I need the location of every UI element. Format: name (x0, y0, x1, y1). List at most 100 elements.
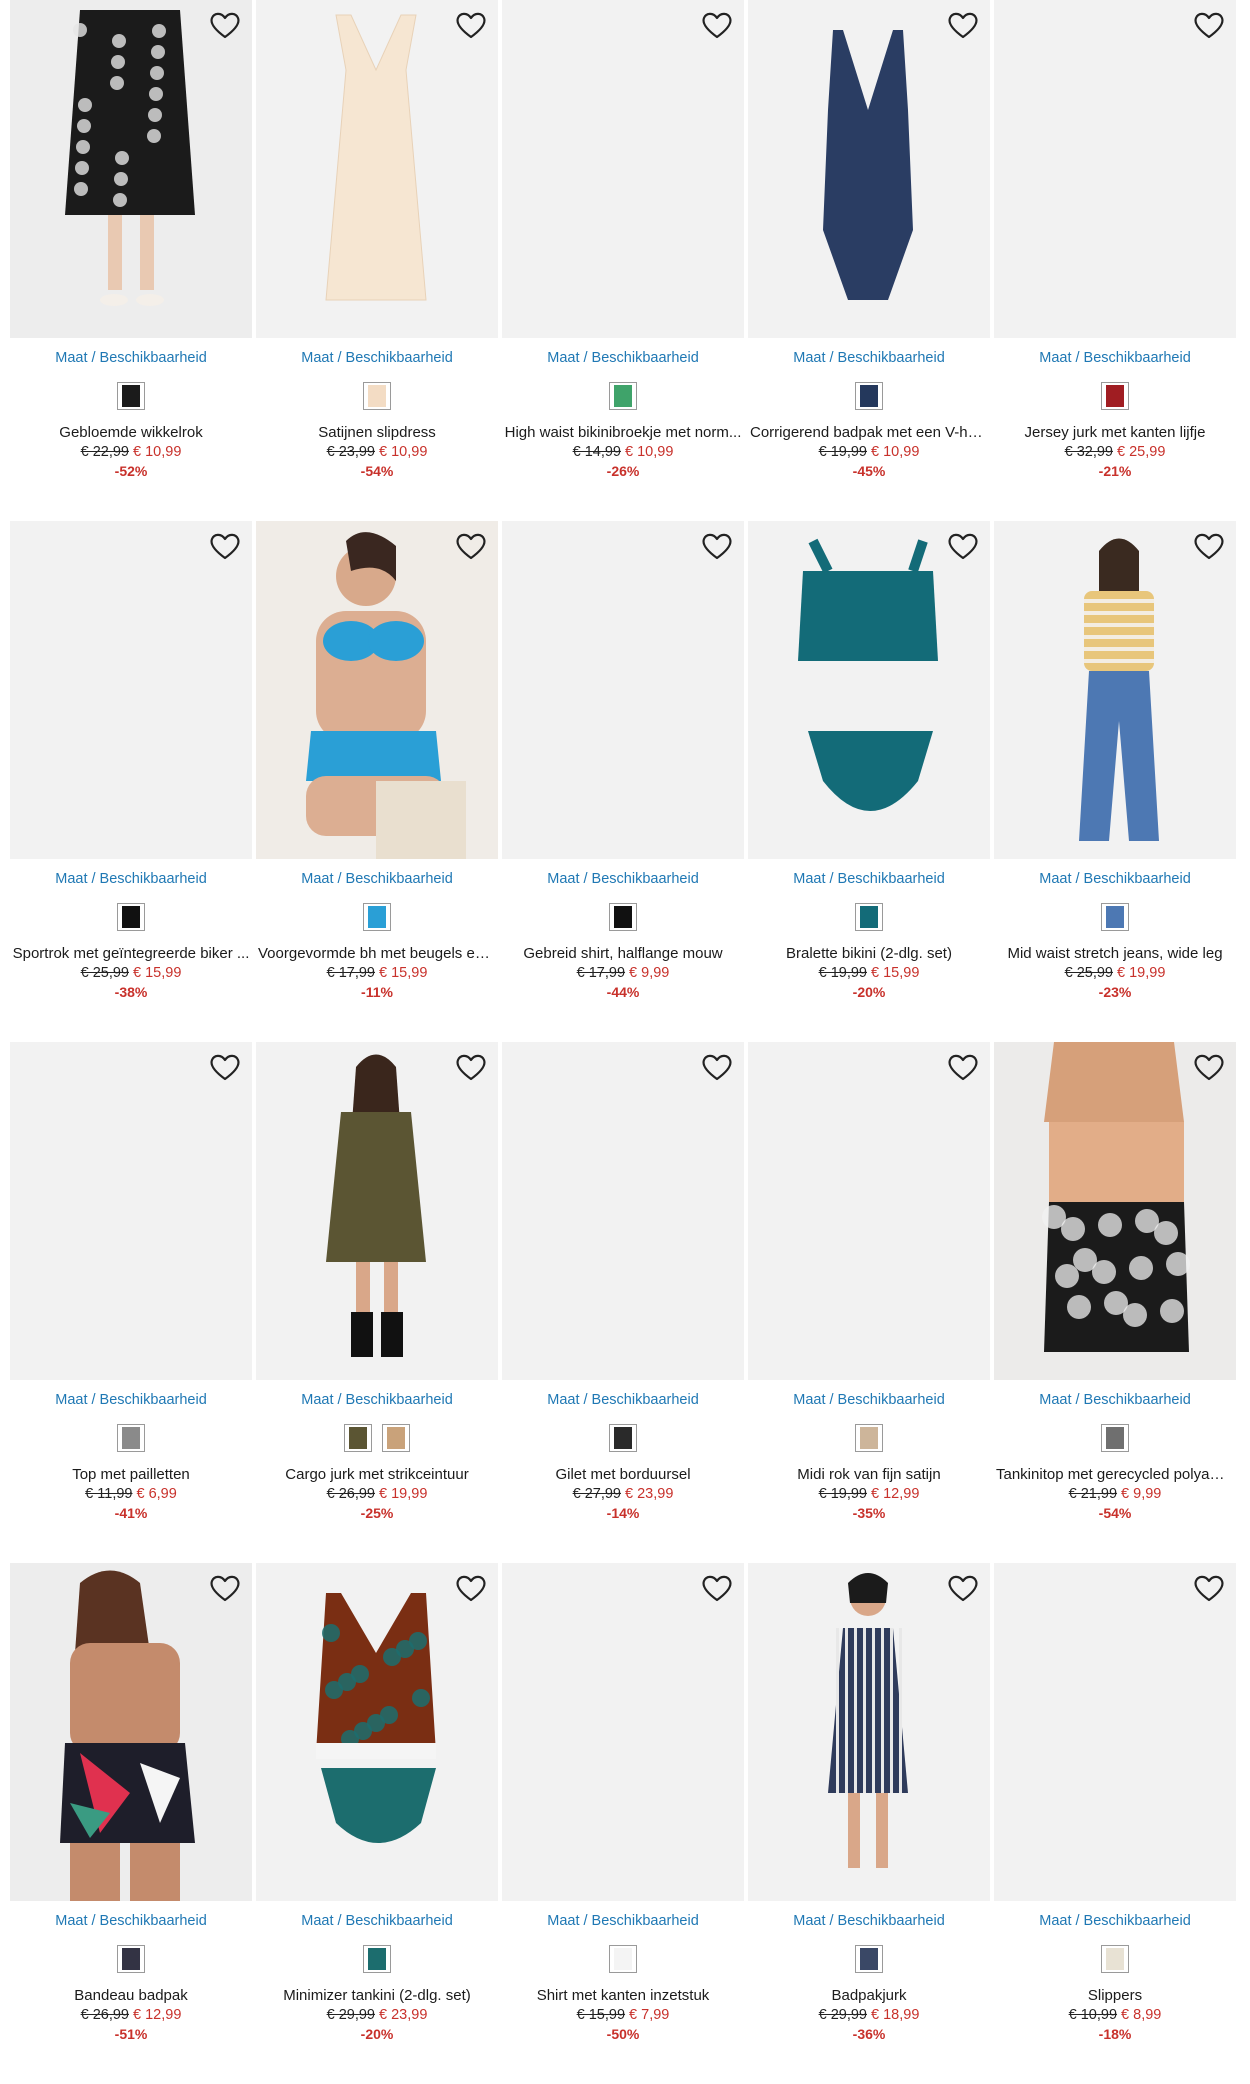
size-availability-link[interactable]: Maat / Beschikbaarheid (994, 871, 1236, 887)
color-swatch[interactable] (855, 903, 883, 931)
product-name[interactable]: Gilet met borduursel (502, 1466, 744, 1483)
product-image[interactable] (748, 521, 990, 859)
product-name[interactable]: Jersey jurk met kanten lijfje (994, 424, 1236, 441)
product-image[interactable] (256, 0, 498, 338)
size-availability-link[interactable]: Maat / Beschikbaarheid (502, 350, 744, 366)
size-availability-link[interactable]: Maat / Beschikbaarheid (994, 1392, 1236, 1408)
product-image[interactable] (256, 521, 498, 859)
product-image[interactable] (256, 1042, 498, 1380)
product-card[interactable]: Maat / Beschikbaarheid High waist bikini… (502, 0, 744, 521)
product-image[interactable] (10, 1042, 252, 1380)
product-card[interactable]: Maat / Beschikbaarheid Top met paillette… (10, 1042, 252, 1563)
product-image[interactable] (748, 1042, 990, 1380)
product-card[interactable]: Maat / Beschikbaarheid Gebreid shirt, ha… (502, 521, 744, 1042)
size-availability-link[interactable]: Maat / Beschikbaarheid (10, 350, 252, 366)
favorite-heart-icon[interactable] (454, 1052, 488, 1082)
product-image[interactable] (748, 0, 990, 338)
color-swatch[interactable] (1101, 1424, 1129, 1452)
size-availability-link[interactable]: Maat / Beschikbaarheid (10, 871, 252, 887)
size-availability-link[interactable]: Maat / Beschikbaarheid (502, 1913, 744, 1929)
product-card[interactable]: Maat / Beschikbaarheid Midi rok van fijn… (748, 1042, 990, 1563)
size-availability-link[interactable]: Maat / Beschikbaarheid (994, 350, 1236, 366)
product-card[interactable]: Maat / Beschikbaarheid Sportrok met geïn… (10, 521, 252, 1042)
favorite-heart-icon[interactable] (1192, 1052, 1226, 1082)
product-image[interactable] (256, 1563, 498, 1901)
color-swatch[interactable] (609, 1424, 637, 1452)
product-image[interactable] (10, 1563, 252, 1901)
product-image[interactable] (748, 1563, 990, 1901)
product-card[interactable]: Maat / Beschikbaarheid Tankinitop met ge… (994, 1042, 1236, 1563)
color-swatch[interactable] (855, 1945, 883, 1973)
product-card[interactable]: Maat / Beschikbaarheid Corrigerend badpa… (748, 0, 990, 521)
product-image[interactable] (10, 0, 252, 338)
color-swatch[interactable] (855, 1424, 883, 1452)
product-card[interactable]: Maat / Beschikbaarheid Gilet met borduur… (502, 1042, 744, 1563)
product-name[interactable]: Corrigerend badpak met een V-hals... (748, 424, 990, 441)
favorite-heart-icon[interactable] (1192, 531, 1226, 561)
size-availability-link[interactable]: Maat / Beschikbaarheid (256, 1913, 498, 1929)
product-card[interactable]: Maat / Beschikbaarheid Shirt met kanten … (502, 1563, 744, 2084)
size-availability-link[interactable]: Maat / Beschikbaarheid (10, 1392, 252, 1408)
color-swatch[interactable] (117, 1424, 145, 1452)
product-image[interactable] (994, 1042, 1236, 1380)
color-swatch[interactable] (609, 903, 637, 931)
color-swatch[interactable] (363, 903, 391, 931)
product-card[interactable]: Maat / Beschikbaarheid Mid waist stretch… (994, 521, 1236, 1042)
color-swatch[interactable] (344, 1424, 372, 1452)
product-name[interactable]: Badpakjurk (748, 1987, 990, 2004)
product-card[interactable]: Maat / Beschikbaarheid Gebloemde wikkelr… (10, 0, 252, 521)
favorite-heart-icon[interactable] (454, 10, 488, 40)
product-image[interactable] (502, 0, 744, 338)
color-swatch[interactable] (382, 1424, 410, 1452)
favorite-heart-icon[interactable] (946, 10, 980, 40)
product-name[interactable]: Cargo jurk met strikceintuur (256, 1466, 498, 1483)
size-availability-link[interactable]: Maat / Beschikbaarheid (748, 1913, 990, 1929)
product-card[interactable]: Maat / Beschikbaarheid Jersey jurk met k… (994, 0, 1236, 521)
product-name[interactable]: Satijnen slipdress (256, 424, 498, 441)
product-card[interactable]: Maat / Beschikbaarheid Minimizer tankini… (256, 1563, 498, 2084)
product-card[interactable]: Maat / Beschikbaarheid Slippers € 10,99 €… (994, 1563, 1236, 2084)
size-availability-link[interactable]: Maat / Beschikbaarheid (256, 350, 498, 366)
favorite-heart-icon[interactable] (208, 531, 242, 561)
product-name[interactable]: Minimizer tankini (2-dlg. set) (256, 1987, 498, 2004)
size-availability-link[interactable]: Maat / Beschikbaarheid (256, 871, 498, 887)
product-name[interactable]: Voorgevormde bh met beugels en g... (256, 945, 498, 962)
product-name[interactable]: Bralette bikini (2-dlg. set) (748, 945, 990, 962)
product-name[interactable]: Sportrok met geïntegreerde biker ... (10, 945, 252, 962)
color-swatch[interactable] (117, 382, 145, 410)
product-name[interactable]: Midi rok van fijn satijn (748, 1466, 990, 1483)
product-name[interactable]: Top met pailletten (10, 1466, 252, 1483)
product-image[interactable] (994, 521, 1236, 859)
size-availability-link[interactable]: Maat / Beschikbaarheid (256, 1392, 498, 1408)
product-image[interactable] (994, 0, 1236, 338)
size-availability-link[interactable]: Maat / Beschikbaarheid (502, 871, 744, 887)
product-card[interactable]: Maat / Beschikbaarheid Cargo jurk met st… (256, 1042, 498, 1563)
product-image[interactable] (502, 521, 744, 859)
color-swatch[interactable] (609, 382, 637, 410)
favorite-heart-icon[interactable] (208, 10, 242, 40)
product-name[interactable]: Gebreid shirt, halflange mouw (502, 945, 744, 962)
favorite-heart-icon[interactable] (700, 1573, 734, 1603)
product-name[interactable]: Shirt met kanten inzetstuk (502, 1987, 744, 2004)
product-name[interactable]: Bandeau badpak (10, 1987, 252, 2004)
color-swatch[interactable] (1101, 1945, 1129, 1973)
product-card[interactable]: Maat / Beschikbaarheid Satijnen slipdres… (256, 0, 498, 521)
favorite-heart-icon[interactable] (208, 1573, 242, 1603)
favorite-heart-icon[interactable] (1192, 1573, 1226, 1603)
color-swatch[interactable] (855, 382, 883, 410)
favorite-heart-icon[interactable] (700, 531, 734, 561)
color-swatch[interactable] (1101, 903, 1129, 931)
favorite-heart-icon[interactable] (946, 531, 980, 561)
favorite-heart-icon[interactable] (208, 1052, 242, 1082)
favorite-heart-icon[interactable] (946, 1573, 980, 1603)
product-name[interactable]: High waist bikinibroekje met norm... (502, 424, 744, 441)
favorite-heart-icon[interactable] (1192, 10, 1226, 40)
product-card[interactable]: Maat / Beschikbaarheid Voorgevormde bh m… (256, 521, 498, 1042)
product-image[interactable] (994, 1563, 1236, 1901)
color-swatch[interactable] (1101, 382, 1129, 410)
size-availability-link[interactable]: Maat / Beschikbaarheid (748, 1392, 990, 1408)
size-availability-link[interactable]: Maat / Beschikbaarheid (748, 871, 990, 887)
color-swatch[interactable] (609, 1945, 637, 1973)
favorite-heart-icon[interactable] (946, 1052, 980, 1082)
size-availability-link[interactable]: Maat / Beschikbaarheid (748, 350, 990, 366)
